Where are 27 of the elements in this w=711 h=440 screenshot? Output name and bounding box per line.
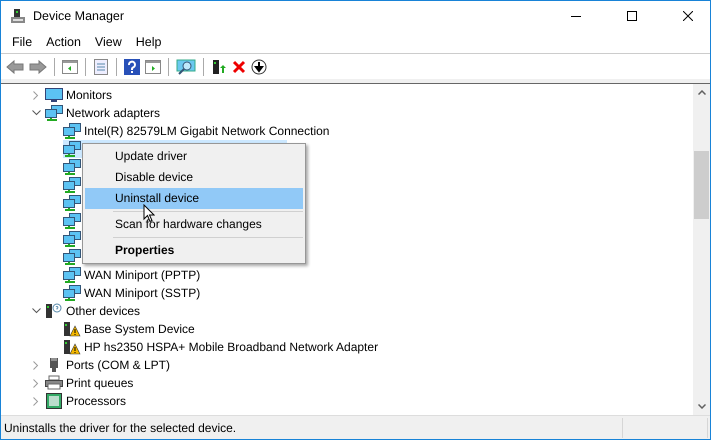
menu-item[interactable]: File: [5, 35, 40, 49]
menu-item[interactable]: Action: [39, 35, 88, 49]
window-title: Device Manager: [33, 9, 124, 23]
context-menu-item[interactable]: Scan for hardware changes: [85, 214, 303, 235]
context-menu-item[interactable]: Disable device: [85, 167, 303, 188]
tree-item[interactable]: Other devices: [65, 304, 140, 318]
context-menu-item[interactable]: Properties: [85, 240, 303, 261]
status-text: Uninstalls the driver for the selected device.: [3, 420, 238, 434]
tree-item[interactable]: Monitors: [65, 88, 112, 102]
tree-item[interactable]: Ports (COM & LPT): [65, 358, 170, 372]
tree-row[interactable]: Base System Device: [63, 320, 199, 338]
tree-item[interactable]: WAN Miniport (SSTP): [83, 286, 200, 300]
tree-row[interactable]: WAN Miniport (SSTP): [63, 284, 204, 302]
menu-item[interactable]: Help: [128, 35, 168, 49]
tree-item[interactable]: Network adapters: [65, 106, 160, 120]
context-menu-item[interactable]: Update driver: [85, 146, 303, 167]
context-menu-item[interactable]: Uninstall device: [85, 188, 303, 209]
tree-item[interactable]: HP hs2350 HSPA+ Mobile Broadband Network Adapter: [83, 340, 378, 354]
tree-item[interactable]: Base System Device: [83, 322, 195, 336]
tree-item[interactable]: Processors: [65, 394, 126, 408]
tree-row[interactable]: HP hs2350 HSPA+ Mobile Broadband Network Adapter: [63, 338, 382, 356]
tree-item[interactable]: Intel(R) 82579LM Gigabit Network Connection: [83, 124, 330, 138]
tree-row[interactable]: Intel(R) 82579LM Gigabit Network Connection: [63, 122, 334, 140]
tree-item[interactable]: Print queues: [65, 376, 134, 390]
menu-item[interactable]: View: [88, 35, 129, 49]
tree-row[interactable]: WAN Miniport (PPTP): [63, 266, 204, 284]
tree-item[interactable]: WAN Miniport (PPTP): [83, 268, 200, 282]
